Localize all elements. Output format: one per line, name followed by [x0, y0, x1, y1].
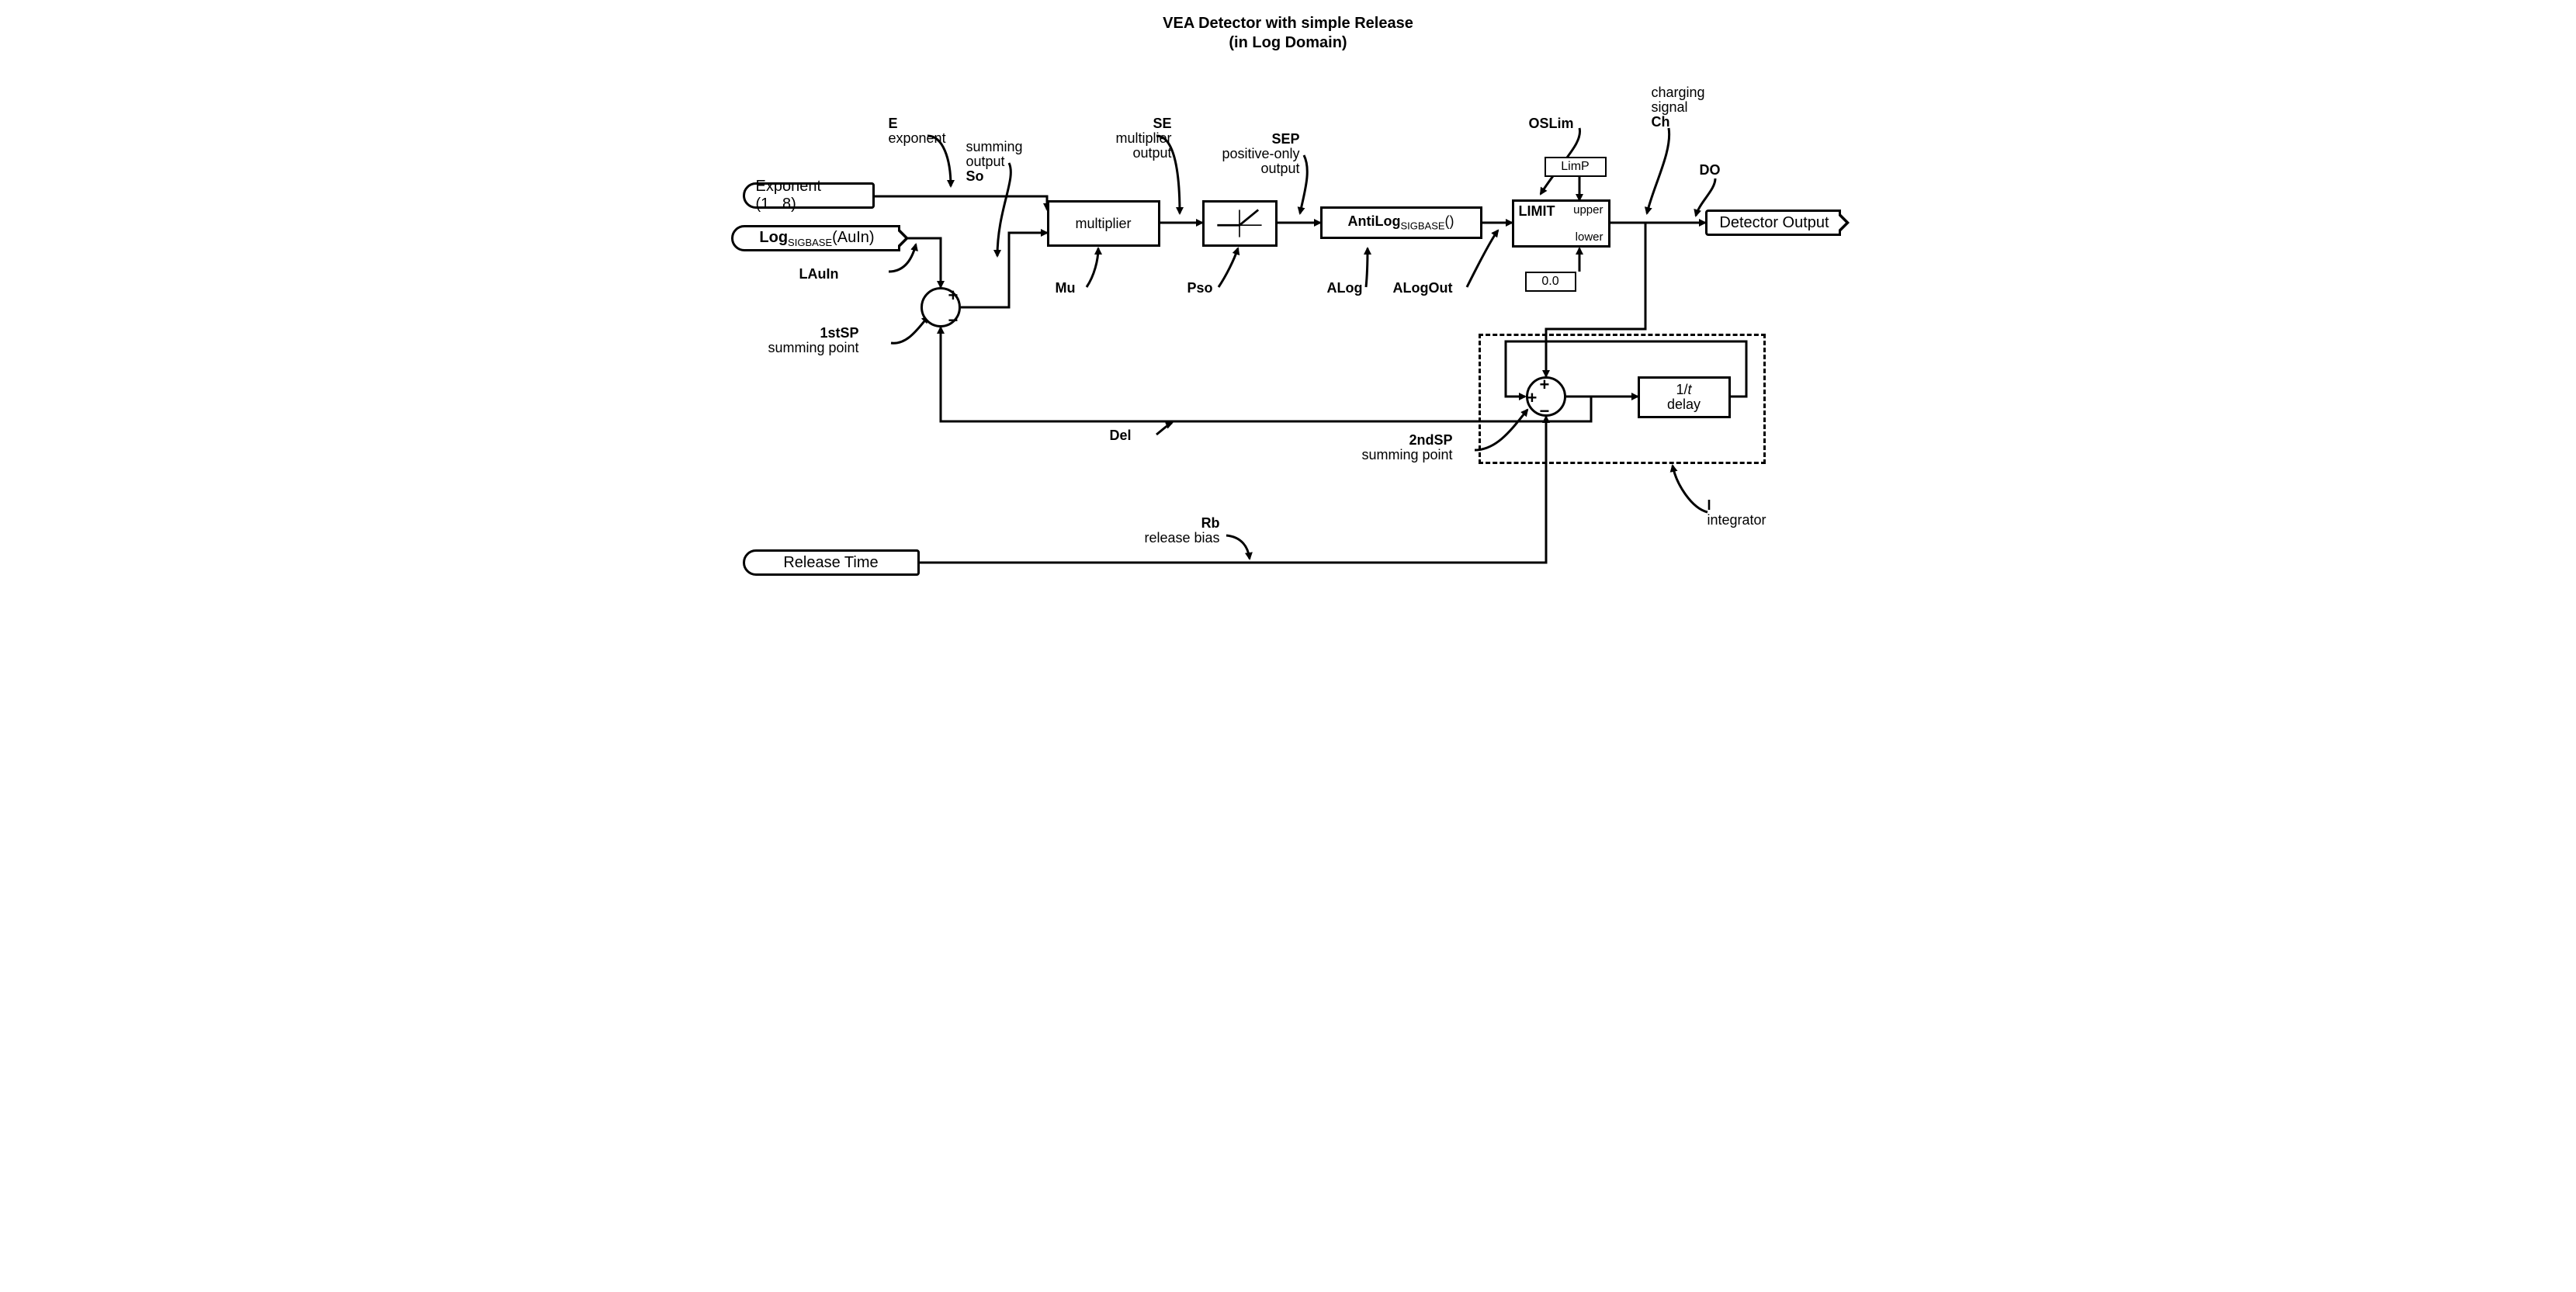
zero-block: 0.0 [1525, 272, 1576, 292]
log-sigbase-input: LogSIGBASE(AuIn) [731, 225, 900, 251]
annotation-E: Eexponent [889, 116, 946, 146]
delay-label-1: 1/t [1676, 383, 1691, 397]
relu-icon [1212, 206, 1267, 241]
exponent-label: Exponent (1...8) [756, 178, 862, 213]
annotation-I: Iintegrator [1708, 498, 1766, 528]
annotation-Mu: Mu [1056, 281, 1076, 296]
annotation-LAuIn: LAuIn [799, 267, 839, 282]
delay-label-2: delay [1667, 397, 1701, 412]
annotation-ALog: ALog [1327, 281, 1363, 296]
limp-label: LimP [1561, 160, 1589, 174]
annotation-1stSP: 1stSPsumming point [768, 326, 859, 355]
plus-icon: + [1540, 375, 1550, 395]
title-line-1: VEA Detector with simple Release [1163, 15, 1413, 32]
limit-lower-label: lower [1576, 230, 1603, 244]
positive-only-block [1202, 200, 1278, 247]
antilog-label: AntiLogSIGBASE() [1347, 213, 1454, 232]
log-sigbase-label: LogSIGBASE(AuIn) [759, 229, 874, 248]
multiplier-label: multiplier [1075, 216, 1131, 232]
plus-icon: + [948, 286, 959, 306]
connection-wires [691, 0, 1886, 605]
annotation-So: summingoutputSo [966, 140, 1023, 184]
annotation-SEP: SEPpositive-onlyoutput [1222, 132, 1300, 176]
plus-icon: + [1527, 388, 1538, 408]
minus-icon: − [1540, 401, 1550, 421]
limp-block: LimP [1545, 157, 1607, 177]
zero-label: 0.0 [1541, 275, 1558, 289]
limit-label: LIMIT [1519, 203, 1555, 220]
delay-block: 1/t delay [1638, 376, 1731, 418]
multiplier-block: multiplier [1047, 200, 1160, 247]
annotation-2ndSP: 2ndSPsumming point [1362, 433, 1453, 462]
title-line-2: (in Log Domain) [1229, 34, 1347, 51]
diagram-canvas: VEA Detector with simple Release (in Log… [691, 0, 1886, 605]
annotation-Rb: Rbrelease bias [1145, 516, 1220, 546]
annotation-ALogOut: ALogOut [1393, 281, 1453, 296]
exponent-input: Exponent (1...8) [743, 182, 875, 209]
annotation-SE: SEmultiplieroutput [1116, 116, 1172, 161]
annotation-OSLim: OSLim [1529, 116, 1574, 132]
release-time-input: Release Time [743, 549, 920, 576]
detector-output: Detector Output [1705, 210, 1841, 236]
detector-output-label: Detector Output [1719, 214, 1829, 232]
diagram-title: VEA Detector with simple Release (in Log… [1163, 14, 1413, 53]
limit-upper-label: upper [1573, 203, 1603, 220]
annotation-Del: Del [1110, 428, 1132, 444]
annotation-Pso: Pso [1187, 281, 1213, 296]
limit-block: LIMIT upper lower [1512, 199, 1610, 248]
minus-icon: − [948, 310, 959, 331]
release-time-label: Release Time [783, 554, 878, 572]
annotation-DO: DO [1700, 163, 1721, 178]
annotation-Ch: chargingsignalCh [1652, 85, 1705, 130]
antilog-block: AntiLogSIGBASE() [1320, 206, 1482, 239]
